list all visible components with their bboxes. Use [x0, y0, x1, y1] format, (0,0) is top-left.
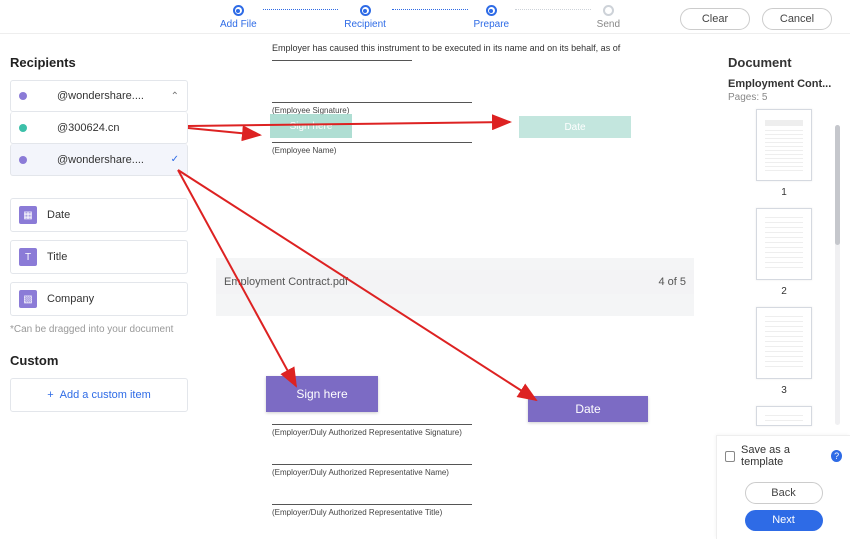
document-page[interactable]: Sign here Date (Employer/Duly Authorized… [216, 316, 694, 533]
draggable-field-company[interactable]: ▧ Company [10, 282, 188, 316]
title-line [272, 504, 472, 505]
signature-line [272, 102, 472, 103]
step-dot [486, 5, 497, 16]
step-prepare[interactable]: Prepare [474, 5, 510, 30]
field-caption: (Employer/Duly Authorized Representative… [272, 428, 462, 437]
recipient-email: @wondershare.... [57, 154, 171, 166]
name-line [272, 142, 472, 143]
draggable-field-title[interactable]: T Title [10, 240, 188, 274]
back-button[interactable]: Back [745, 482, 823, 504]
name-line [272, 464, 472, 465]
recipient-color-dot [19, 92, 27, 100]
step-label: Send [597, 19, 620, 30]
add-custom-label: Add a custom item [60, 389, 151, 401]
thumbnail-pages-count: Pages: 5 [728, 92, 840, 103]
page-thumbnail[interactable] [756, 109, 812, 181]
recipients-heading: Recipients [10, 55, 188, 70]
scrollbar-thumb[interactable] [835, 125, 840, 245]
page-counter: 4 of 5 [658, 276, 686, 288]
page-indicator-bar: Employment Contract.pdf 4 of 5 [216, 270, 694, 294]
signature-line [272, 424, 472, 425]
drag-hint-text: *Can be dragged into your document [10, 324, 188, 335]
chevron-up-icon: ⌃ [171, 91, 179, 102]
field-caption: (Employer/Duly Authorized Representative… [272, 508, 442, 517]
document-canvas[interactable]: Employer has caused this instrument to b… [216, 36, 694, 533]
step-dot [603, 5, 614, 16]
thumbnails-panel: Document Employment Cont... Pages: 5 1 2… [728, 55, 840, 426]
blank-line [272, 60, 412, 61]
plus-icon: + [47, 389, 53, 401]
sign-here-tag[interactable]: Sign here [270, 114, 352, 138]
draggable-field-date[interactable]: ▦ Date [10, 198, 188, 232]
left-sidebar: Recipients @wondershare.... ⌃ @300624.cn… [10, 55, 188, 412]
recipient-email: @300624.cn [57, 122, 179, 134]
recipient-row[interactable]: @300624.cn [10, 112, 188, 144]
document-heading: Document [728, 55, 840, 70]
field-caption: (Employer/Duly Authorized Representative… [272, 468, 449, 477]
page-thumbnail[interactable] [756, 307, 812, 379]
paragraph-text: Employer has caused this instrument to b… [272, 42, 654, 56]
field-caption: (Employee Name) [272, 146, 336, 155]
document-filename: Employment Contract.pdf [224, 276, 348, 288]
recipient-color-dot [19, 156, 27, 164]
header: Add File Recipient Prepare Send Clear Ca… [0, 0, 850, 34]
date-tag[interactable]: Date [519, 116, 631, 138]
sign-here-tag[interactable]: Sign here [266, 376, 378, 412]
date-icon: ▦ [19, 206, 37, 224]
progress-stepper: Add File Recipient Prepare Send [220, 5, 620, 30]
thumbnail-number: 2 [781, 286, 787, 297]
document-page[interactable]: Employer has caused this instrument to b… [216, 36, 694, 258]
add-custom-item-button[interactable]: + Add a custom item [10, 378, 188, 412]
title-icon: T [19, 248, 37, 266]
recipient-row[interactable]: @wondershare.... ✓ [10, 144, 188, 176]
field-label: Company [47, 293, 94, 305]
recipient-color-dot [19, 124, 27, 132]
help-icon[interactable]: ? [831, 450, 842, 462]
thumbnail-number: 1 [781, 187, 787, 198]
step-recipient[interactable]: Recipient [344, 5, 386, 30]
next-button[interactable]: Next [745, 510, 823, 531]
thumbnail-doc-name: Employment Cont... [728, 78, 840, 90]
save-as-template-checkbox[interactable]: Save as a template ? [725, 444, 842, 468]
recipient-email: @wondershare.... [57, 90, 171, 102]
step-connector [263, 9, 339, 10]
date-tag[interactable]: Date [528, 396, 648, 422]
clear-button[interactable]: Clear [680, 8, 750, 30]
thumbnail-scrollbar[interactable] [835, 125, 840, 425]
field-label: Date [47, 209, 70, 221]
footer-actions: Save as a template ? Back Next [716, 435, 850, 539]
step-connector [392, 9, 468, 10]
step-connector [515, 9, 591, 10]
step-dot [360, 5, 371, 16]
step-add-file[interactable]: Add File [220, 5, 257, 30]
check-icon: ✓ [171, 154, 179, 165]
thumbnail-list: 1 2 3 [728, 109, 840, 426]
header-actions: Clear Cancel [680, 8, 832, 30]
recipient-row[interactable]: @wondershare.... ⌃ [10, 80, 188, 112]
page-thumbnail[interactable] [756, 406, 812, 426]
checkbox-icon[interactable] [725, 451, 735, 462]
step-label: Add File [220, 19, 257, 30]
step-dot [233, 5, 244, 16]
custom-heading: Custom [10, 353, 188, 368]
field-label: Title [47, 251, 67, 263]
step-send: Send [597, 5, 620, 30]
save-template-label: Save as a template [741, 444, 825, 468]
company-icon: ▧ [19, 290, 37, 308]
step-label: Prepare [474, 19, 510, 30]
page-thumbnail[interactable] [756, 208, 812, 280]
thumbnail-number: 3 [781, 385, 787, 396]
step-label: Recipient [344, 19, 386, 30]
cancel-button[interactable]: Cancel [762, 8, 832, 30]
